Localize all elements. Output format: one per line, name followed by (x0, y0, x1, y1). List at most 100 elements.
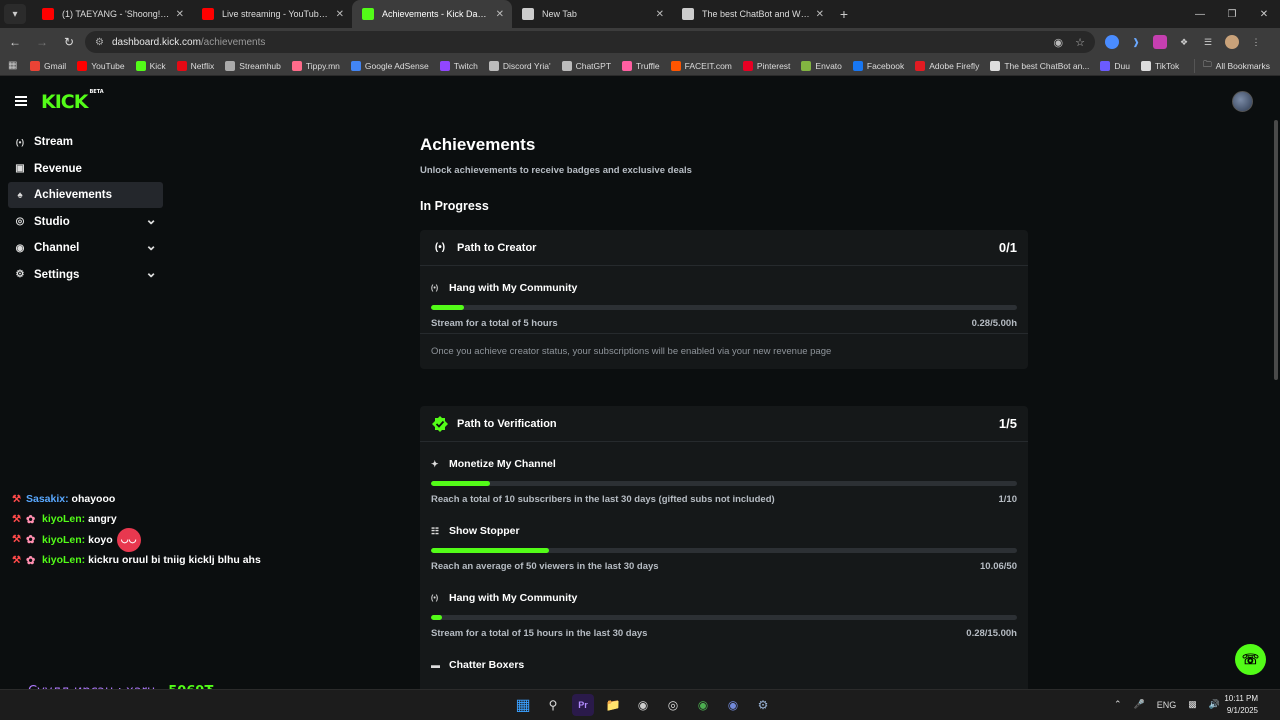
file-explorer-icon[interactable]: 📁 (602, 694, 624, 716)
forward-button[interactable]: → (30, 30, 54, 54)
bookmark-item[interactable]: TikTok (1140, 60, 1179, 71)
volume-icon[interactable]: 🔊 (1209, 699, 1220, 710)
adobe-icon (915, 60, 926, 71)
minimize-button[interactable]: — (1184, 0, 1216, 28)
sidebar-nav: (•) Stream ▣ Revenue ♠ Achievements ◎ Studio ⌄ ◉ C… (8, 129, 163, 289)
bookmark-label: Gmail (44, 60, 67, 71)
task-title: ✦ Monetize My Channel (431, 458, 556, 470)
extension-icon[interactable]: ❱ (1129, 35, 1143, 49)
bookmark-item[interactable]: Adobe Firefly (915, 60, 980, 71)
hamburger-menu-icon[interactable] (15, 96, 27, 106)
media-control-icon[interactable]: ☰ (1201, 35, 1215, 49)
chat-text: kickru oruul bi tniig kicklj blhu ahs (88, 554, 261, 567)
chrome-icon[interactable]: ◉ (692, 694, 714, 716)
support-chat-button[interactable]: ☏ (1235, 644, 1266, 675)
bookmark-item[interactable]: Pinterest (742, 60, 790, 71)
tab-search-button[interactable]: ▾ (4, 4, 26, 24)
close-tab-icon[interactable]: ✕ (816, 9, 824, 20)
bookmark-label: Kick (149, 60, 166, 71)
bookmark-item[interactable]: FACEIT.com (670, 60, 732, 71)
bookmark-item[interactable]: Gmail (30, 60, 67, 71)
kebab-menu-icon[interactable]: ⋮ (1249, 35, 1263, 49)
chevron-down-icon[interactable]: ⌄ (145, 211, 157, 228)
bookmark-item[interactable]: Discord Yria' (488, 60, 551, 71)
all-bookmarks-button[interactable]: 🗀 All Bookmarks (1194, 58, 1270, 73)
bookmark-item[interactable]: Netflix (176, 60, 214, 71)
new-tab-button[interactable]: + (832, 2, 856, 26)
task-title-text: Show Stopper (449, 525, 520, 537)
task-description: Reach a total of 10 subscribers in the l… (431, 494, 775, 505)
language-indicator[interactable]: ENG (1157, 700, 1177, 710)
close-tab-icon[interactable]: ✕ (176, 9, 184, 20)
browser-tab[interactable]: The best ChatBot and Widgets ✕ (672, 0, 832, 28)
taskbar-app-icon[interactable]: ◉ (632, 694, 654, 716)
search-icon[interactable]: ⚲ (542, 694, 564, 716)
achievement-card-header[interactable]: Path to Verification 1/5 (420, 406, 1028, 442)
taskbar-clock[interactable]: 10:11 PM 9/1/2025 (1224, 693, 1258, 717)
close-tab-icon[interactable]: ✕ (336, 9, 344, 20)
bookmark-item[interactable]: Twitch (439, 60, 478, 71)
browser-tab[interactable]: Live streaming - YouTube Studio ✕ (192, 0, 352, 28)
reload-button[interactable]: ↻ (57, 30, 81, 54)
discord-icon[interactable]: ◉ (722, 694, 744, 716)
achievement-card-header[interactable]: (•) Path to Creator 0/1 (420, 230, 1028, 266)
task-title: ▬ Chatter Boxers (431, 659, 524, 671)
back-button[interactable]: ← (3, 30, 27, 54)
premiere-pro-icon[interactable]: Pr (572, 694, 594, 716)
chevron-down-icon[interactable]: ⌄ (145, 237, 157, 254)
bookmark-label: Adobe Firefly (929, 60, 980, 71)
page-scrollbar[interactable] (1274, 120, 1278, 380)
close-window-button[interactable]: ✕ (1248, 0, 1280, 28)
achievement-task: (•) Hang with My Community Stream for a to… (420, 576, 1028, 643)
extension-icon[interactable] (1105, 35, 1119, 49)
bookmark-item[interactable]: ChatGPT (561, 60, 611, 71)
bookmark-item[interactable]: Duu (1100, 60, 1130, 71)
windows-start-icon[interactable]: ▦ (512, 694, 534, 716)
bookmark-item[interactable]: Envato (801, 60, 842, 71)
extension-icon[interactable] (1153, 35, 1167, 49)
url-input[interactable]: ⚙ dashboard.kick.com/achievements ◉ ☆ (85, 31, 1095, 53)
bookmark-item[interactable]: Streamhub (225, 60, 281, 71)
settings-app-icon[interactable]: ⚙ (752, 694, 774, 716)
browser-tab[interactable]: New Tab ✕ (512, 0, 672, 28)
browser-tab[interactable]: (1) TAEYANG - 'Shoong! (feat. Li ✕ (32, 0, 192, 28)
achievement-count: 0/1 (998, 240, 1017, 255)
close-tab-icon[interactable]: ✕ (496, 9, 504, 20)
bookmark-star-icon[interactable]: ☆ (1075, 36, 1085, 49)
bookmark-item[interactable]: The best ChatBot an... (990, 60, 1089, 71)
kick-icon (135, 60, 146, 71)
bookmark-item[interactable]: Facebook (852, 60, 904, 71)
sidebar-item-stream[interactable]: (•) Stream (8, 129, 163, 155)
bookmark-item[interactable]: YouTube (77, 60, 125, 71)
chevron-down-icon[interactable]: ⌄ (145, 264, 157, 281)
microphone-icon[interactable]: 🎤 (1134, 699, 1145, 710)
sidebar-item-revenue[interactable]: ▣ Revenue (8, 156, 163, 182)
bookmark-item[interactable]: Google AdSense (350, 60, 429, 71)
sidebar-item-achievements[interactable]: ♠ Achievements (8, 182, 163, 209)
bookmark-item[interactable]: Truffle (622, 60, 660, 71)
bookmark-item[interactable]: Tippy.mn (291, 60, 340, 71)
broadcast-icon: (•) (431, 284, 439, 292)
kick-logo[interactable]: KICK BETA (41, 89, 104, 113)
obs-icon[interactable]: ◎ (662, 694, 684, 716)
camera-icon: ◎ (15, 216, 25, 228)
profile-avatar-icon[interactable] (1225, 35, 1239, 49)
close-tab-icon[interactable]: ✕ (656, 9, 664, 20)
sidebar-item-channel[interactable]: ◉ Channel ⌄ (8, 235, 163, 261)
bookmark-item[interactable]: Kick (135, 60, 166, 71)
task-description: Stream for a total of 5 hours (431, 318, 558, 329)
page-title: Achievements (420, 135, 536, 154)
browser-tab[interactable]: Achievements - Kick Dashboard ✕ (352, 0, 512, 28)
site-info-icon[interactable]: ⚙ (95, 37, 104, 48)
broadcast-icon: (•) (15, 137, 25, 147)
apps-grid-icon[interactable]: ▦ (8, 60, 22, 71)
chevron-up-icon[interactable]: ⌃ (1114, 699, 1122, 710)
sidebar-item-settings[interactable]: ⚙ Settings ⌄ (8, 262, 163, 288)
user-avatar[interactable] (1232, 91, 1253, 112)
display-icon[interactable]: ▩ (1188, 699, 1197, 710)
maximize-button[interactable]: ❐ (1216, 0, 1248, 28)
sidebar-item-studio[interactable]: ◎ Studio ⌄ (8, 209, 163, 235)
eye-off-icon[interactable]: ◉ (1054, 36, 1064, 49)
puzzle-icon[interactable]: ❖ (1177, 35, 1191, 49)
youtube-icon (42, 8, 54, 20)
